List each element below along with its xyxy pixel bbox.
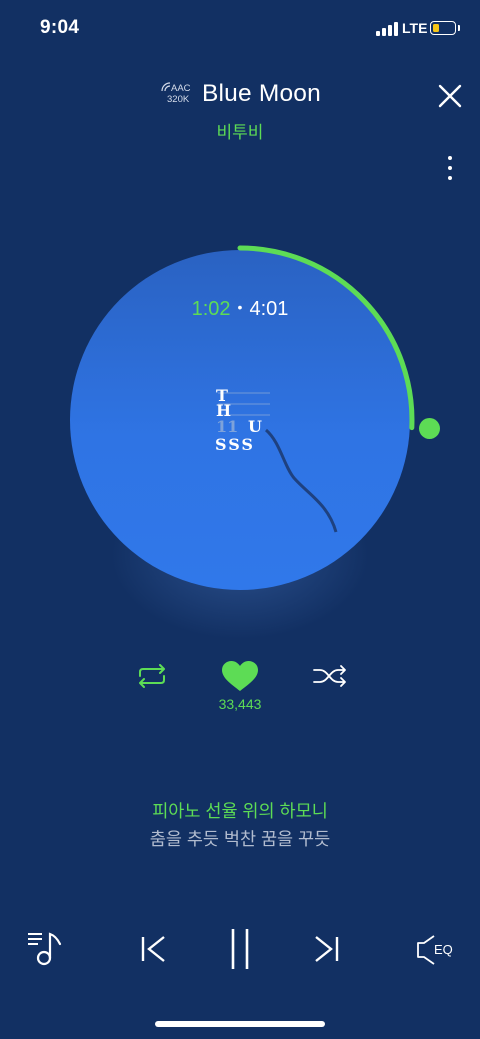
playlist-icon: [28, 932, 62, 966]
album-art-line-4: U: [248, 417, 262, 436]
speaker-icon: [417, 935, 435, 965]
album-art-line-3: 11: [216, 417, 238, 436]
elapsed-time: 1:02: [191, 298, 231, 320]
battery-cap: [458, 25, 460, 31]
lyric-current-line[interactable]: 피아노 선율 위의 하모니: [0, 798, 480, 823]
repeat-icon: [139, 664, 165, 688]
pause-button[interactable]: [228, 928, 252, 970]
progress-knob[interactable]: [419, 418, 440, 439]
album-art-graphic: T H 11 U SSS: [215, 386, 338, 533]
album-art: T H 11 U SSS: [210, 382, 338, 533]
skip-next-icon: [315, 936, 339, 962]
quality-arc-icon: [161, 82, 171, 92]
shuffle-icon: [313, 665, 346, 687]
equalizer-button[interactable]: EQ: [416, 934, 460, 966]
lyric-next-line[interactable]: 춤을 추듯 벅찬 꿈을 꾸듯: [0, 826, 480, 851]
close-icon: [438, 84, 462, 108]
time-display: 1:02 • 4:01: [0, 298, 480, 321]
heart-icon: [222, 661, 258, 691]
like-button[interactable]: [221, 660, 259, 692]
time-separator: •: [237, 299, 243, 315]
network-label: LTE: [402, 20, 428, 36]
song-title: Blue Moon: [202, 80, 321, 107]
home-indicator[interactable]: [155, 1021, 325, 1027]
signal-icon: [376, 22, 400, 36]
artist-name[interactable]: 비투비: [0, 118, 480, 143]
battery-icon: [430, 21, 456, 35]
pause-icon: [231, 929, 249, 969]
album-art-line-5: SSS: [215, 435, 255, 454]
quality-bitrate: 320K: [167, 94, 190, 105]
eq-label: EQ: [434, 942, 453, 957]
audio-quality-badge: AAC 320K: [161, 82, 197, 105]
playlist-button[interactable]: [26, 928, 66, 968]
like-count: 33,443: [218, 696, 262, 712]
total-duration: 4:01: [249, 298, 289, 320]
status-time: 9:04: [40, 17, 80, 38]
quality-codec: AAC: [171, 83, 191, 94]
next-button[interactable]: [312, 934, 342, 964]
shuffle-button[interactable]: [312, 664, 348, 688]
close-button[interactable]: [436, 82, 464, 110]
repeat-button[interactable]: [134, 664, 170, 688]
skip-previous-icon: [141, 936, 165, 962]
more-options-button[interactable]: [440, 152, 460, 184]
previous-button[interactable]: [138, 934, 168, 964]
